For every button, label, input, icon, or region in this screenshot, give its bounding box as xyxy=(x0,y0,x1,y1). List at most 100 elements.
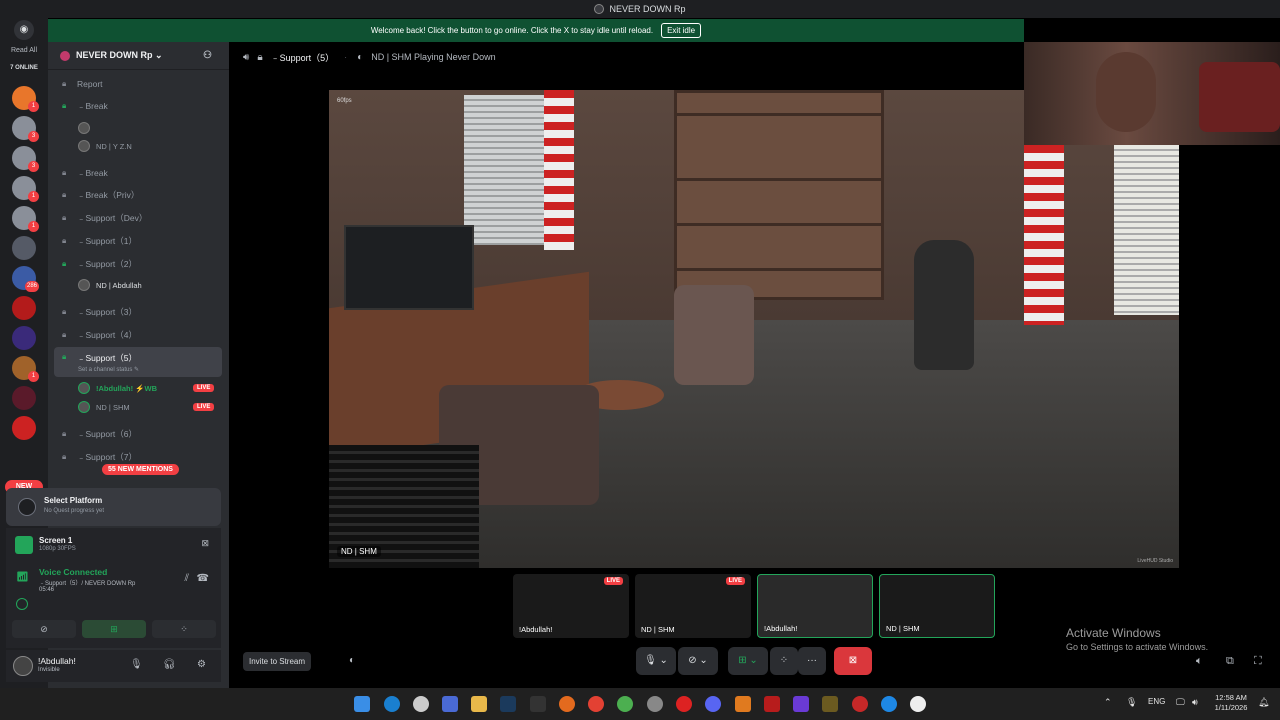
server-icon[interactable]: 1 xyxy=(12,356,39,382)
popout-icon[interactable]: ⧉ xyxy=(1226,655,1234,668)
server-icon[interactable] xyxy=(12,296,36,320)
stop-screen-icon[interactable]: ⊠ xyxy=(201,538,209,549)
camera-button[interactable]: ⊘ ⌄ xyxy=(678,647,718,675)
channel-support-6[interactable]: 🔒︎ ﹣Support（6） xyxy=(54,424,222,444)
opera-icon[interactable] xyxy=(676,696,692,712)
invite-to-stream-button[interactable]: Invite to Stream xyxy=(243,652,312,671)
language-indicator[interactable]: ENG xyxy=(1148,697,1165,706)
network-icon[interactable]: 🖵︎ xyxy=(1176,697,1185,708)
watermark: LiveHUD Studio xyxy=(1137,558,1173,564)
screen-share-button[interactable]: ⊞ xyxy=(82,620,146,638)
voice-user[interactable] xyxy=(78,122,96,134)
participant-tile[interactable]: !Abdullah! xyxy=(757,574,873,638)
discord-icon[interactable] xyxy=(705,696,721,712)
leave-call-button[interactable]: ⊠ xyxy=(834,647,872,675)
discord-home-icon[interactable]: ◉ xyxy=(14,20,34,40)
server-icon[interactable] xyxy=(12,236,36,260)
app-icon[interactable] xyxy=(735,696,751,712)
chrome-icon[interactable] xyxy=(617,696,633,712)
chevron-up-icon[interactable]: ⌃ xyxy=(1104,697,1112,708)
channel-support-dev[interactable]: 🔒︎ ﹣Support（Dev） xyxy=(54,208,222,228)
fullscreen-icon[interactable]: ⛶ xyxy=(1254,655,1262,668)
volume-icon[interactable]: 🔈︎ xyxy=(1196,655,1203,668)
idle-banner: Welcome back! Click the button to go onl… xyxy=(48,19,1024,42)
server-header[interactable]: NEVER DOWN Rp ⌄ ⚇ xyxy=(48,42,229,70)
server-icon[interactable] xyxy=(12,416,36,440)
channel-break-2[interactable]: 🔒︎ ﹣Break xyxy=(54,163,222,183)
voice-user[interactable]: !Abdullah! ⚡WB xyxy=(78,382,157,394)
quest-card[interactable]: Select Platform No Quest progress yet xyxy=(6,488,221,526)
server-icon[interactable] xyxy=(12,386,36,410)
edge-icon[interactable] xyxy=(384,696,400,712)
epic-icon[interactable] xyxy=(530,696,546,712)
server-icon[interactable]: 1 xyxy=(12,176,39,202)
stream-video[interactable]: 60fps ND | SHM LiveHUD Studio xyxy=(329,90,1179,568)
avatar[interactable] xyxy=(13,656,33,676)
notification-icon[interactable]: 🔔︎ xyxy=(1258,697,1269,708)
app-icon[interactable] xyxy=(852,696,868,712)
steam-app-icon[interactable] xyxy=(500,696,516,712)
channel-break[interactable]: 🔒︎ ﹣Break xyxy=(54,96,222,116)
headset-icon[interactable]: 🎧︎ xyxy=(163,659,176,670)
app-icon[interactable] xyxy=(910,696,926,712)
steam-icon[interactable] xyxy=(413,696,429,712)
participant-name: ND | SHM xyxy=(886,624,920,633)
app-icon[interactable] xyxy=(881,696,897,712)
channel-break-priv[interactable]: 🔒︎ ﹣Break（Priv） xyxy=(54,185,222,205)
server-icon[interactable]: 1 xyxy=(12,206,39,232)
lock-icon: 🔒︎ xyxy=(62,236,67,245)
mic-icon[interactable]: 🎙︎ xyxy=(1126,697,1137,708)
channel-support-4[interactable]: 🔒︎ ﹣Support（4） xyxy=(54,325,222,345)
channel-report[interactable]: 🔒︎ Report xyxy=(54,74,222,94)
channel-support-1[interactable]: 🔒︎ ﹣Support（1） xyxy=(54,231,222,251)
server-icon[interactable]: 3 xyxy=(12,116,39,142)
sound-icon[interactable]: ◐ xyxy=(349,655,355,666)
server-icon[interactable]: 3 xyxy=(12,146,39,172)
voice-status[interactable]: Voice Connected xyxy=(39,567,107,577)
app-icon[interactable] xyxy=(822,696,838,712)
server-icon[interactable] xyxy=(12,326,36,350)
camera-off-button[interactable]: ⊘ xyxy=(12,620,76,638)
disconnect-icon[interactable]: ☎ xyxy=(197,573,209,584)
gear-icon[interactable]: ⚙ xyxy=(197,659,206,670)
new-mentions-pill[interactable]: 55 NEW MENTIONS xyxy=(102,464,179,475)
clock[interactable]: 12:58 AM 1/11/2026 xyxy=(1208,693,1254,713)
voice-user[interactable]: ND | SHM xyxy=(78,401,130,413)
channel-support-3[interactable]: 🔒︎ ﹣Support（3） xyxy=(54,302,222,322)
app-icon[interactable] xyxy=(647,696,663,712)
server-icon[interactable]: 1 xyxy=(12,86,39,112)
noise-suppression-icon[interactable]: ⫽ xyxy=(185,573,189,584)
channel-support-2[interactable]: 🔒︎ ﹣Support（2） xyxy=(54,254,222,274)
signal-icon[interactable]: 📶︎ xyxy=(16,572,29,583)
mic-button[interactable]: 🎙︎ ⌄ xyxy=(636,647,676,675)
unread-badge: 1 xyxy=(28,371,39,382)
participant-tile[interactable]: LIVE ND | SHM xyxy=(635,574,751,638)
app-icon[interactable] xyxy=(793,696,809,712)
participant-tile[interactable]: ND | SHM xyxy=(879,574,995,638)
store-icon[interactable] xyxy=(442,696,458,712)
channel-status[interactable]: Set a channel status ✎ xyxy=(78,366,139,373)
activity-icon[interactable] xyxy=(16,598,28,610)
volume-icon[interactable]: 🔊︎ xyxy=(1192,697,1198,708)
voice-user[interactable]: ND | Abdullah xyxy=(78,279,142,291)
screen-share-control[interactable]: ⊞ ⌄ xyxy=(728,647,768,675)
app-icon[interactable] xyxy=(764,696,780,712)
chrome-icon[interactable] xyxy=(588,696,604,712)
exit-idle-button[interactable]: Exit idle xyxy=(661,23,702,38)
activities-control[interactable]: ⁘ xyxy=(770,647,798,675)
mic-icon[interactable]: 🎙︎ xyxy=(130,659,143,670)
voice-user[interactable]: ND | Y Z.N xyxy=(78,140,132,152)
participant-tile[interactable]: LIVE !Abdullah! xyxy=(513,574,629,638)
invite-people-icon[interactable]: ⚇ xyxy=(203,50,215,62)
voice-channel[interactable]: ﹣Support（5）/ NEVER DOWN Rp xyxy=(39,578,135,587)
read-all-button[interactable]: Read All xyxy=(0,47,48,54)
more-options-button[interactable]: ··· xyxy=(798,647,826,675)
activities-button[interactable]: ⁘ xyxy=(152,620,216,638)
user-name[interactable]: !Abdullah! xyxy=(38,656,76,666)
lock-icon: 🔒︎ xyxy=(62,352,67,361)
window-title: NEVER DOWN Rp xyxy=(609,4,686,14)
server-icon[interactable]: 286 xyxy=(12,266,39,292)
start-icon[interactable] xyxy=(354,696,370,712)
app-icon[interactable] xyxy=(559,696,575,712)
folder-icon[interactable] xyxy=(471,696,487,712)
